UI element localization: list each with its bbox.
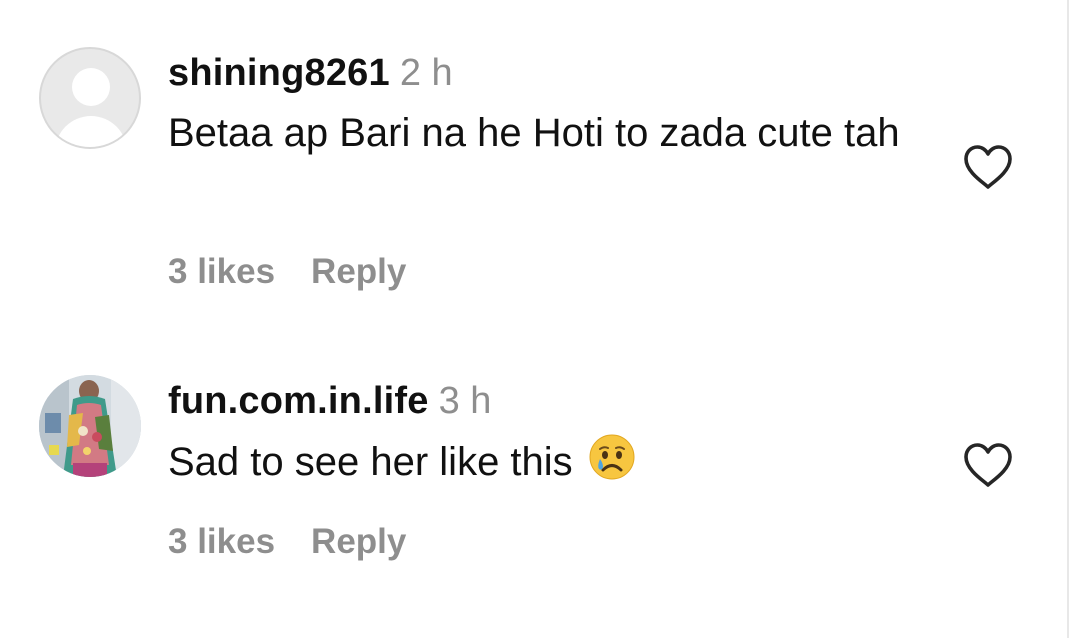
likes-count[interactable]: 3 likes (168, 522, 275, 561)
avatar[interactable] (39, 375, 141, 477)
profile-photo (39, 375, 141, 477)
comment-text: Sad to see her like this (168, 440, 573, 484)
heart-icon (964, 443, 1012, 487)
comment-actions: 3 likes Reply (168, 252, 406, 292)
comment-actions: 3 likes Reply (168, 522, 406, 562)
heart-icon (964, 145, 1012, 189)
username-link[interactable]: shining8261 (168, 52, 390, 94)
comment-timestamp: 2 h (399, 52, 453, 94)
like-button[interactable] (962, 441, 1014, 489)
crying-face-emoji (589, 434, 635, 480)
right-edge-divider (1067, 0, 1069, 638)
like-button[interactable] (962, 143, 1014, 191)
username-link[interactable]: fun.com.in.life (168, 380, 429, 422)
comment-header: fun.com.in.life 3 h (168, 380, 491, 423)
comment-text-block: Sad to see her like this (168, 433, 928, 491)
default-avatar-icon (72, 68, 110, 106)
comment-header: shining8261 2 h (168, 52, 453, 95)
likes-count[interactable]: 3 likes (168, 252, 275, 291)
reply-button[interactable]: Reply (311, 522, 406, 561)
comment-text: Betaa ap Bari na he Hoti to zada cute ta… (168, 111, 900, 155)
comment-timestamp: 3 h (438, 380, 492, 422)
reply-button[interactable]: Reply (311, 252, 406, 291)
comment-item: fun.com.in.life 3 h Sad to see her like t… (0, 330, 1060, 630)
comment-item: shining8261 2 h Betaa ap Bari na he Hoti … (0, 0, 1060, 320)
avatar[interactable] (39, 47, 141, 149)
